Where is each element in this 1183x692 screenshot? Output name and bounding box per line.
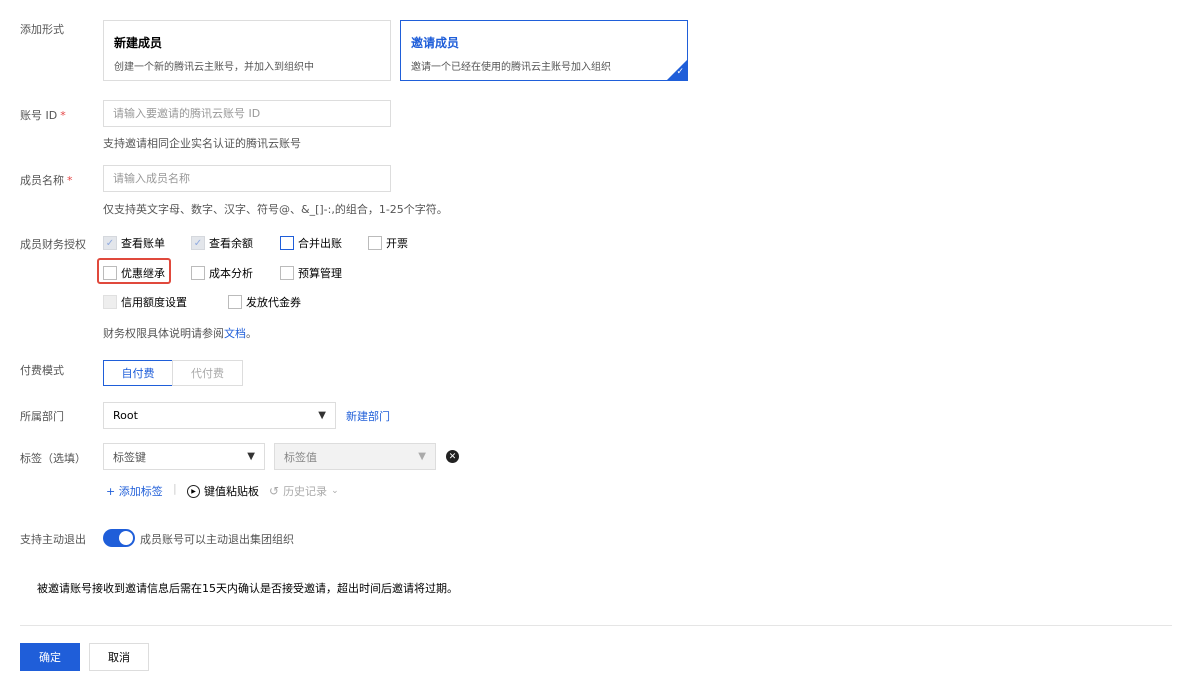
invite-member-desc: 邀请一个已经在使用的腾讯云主账号加入组织 xyxy=(411,62,611,73)
account-id-label: 账号 ID * xyxy=(20,107,66,123)
tag-key-select[interactable]: 标签键 ▼ xyxy=(103,443,265,470)
quit-desc: 成员账号可以主动退出集团组织 xyxy=(140,533,294,546)
checkbox-view-bill[interactable]: ✓ 查看账单 xyxy=(103,235,165,251)
invite-member-title: 邀请成员 xyxy=(411,36,460,50)
add-tag-label: 添加标签 xyxy=(118,485,163,498)
checkbox-view-balance[interactable]: ✓ 查看余额 xyxy=(191,235,253,251)
checkbox-icon xyxy=(280,266,294,280)
divider: | xyxy=(173,482,177,495)
tags-label: 标签（选填） xyxy=(20,452,86,465)
history-icon: ↺ xyxy=(269,484,280,498)
checkbox-label: 成本分析 xyxy=(209,267,253,280)
add-type-label: 添加形式 xyxy=(20,23,64,36)
invite-notice: 被邀请账号接收到邀请信息后需在15天内确认是否接受邀请，超出时间后邀请将过期。 xyxy=(37,582,458,595)
create-member-title: 新建成员 xyxy=(114,36,163,50)
quit-label: 支持主动退出 xyxy=(20,533,86,546)
payment-mode-label: 付费模式 xyxy=(20,364,64,377)
checkbox-label: 查看余额 xyxy=(209,237,253,250)
confirm-button[interactable]: 确定 xyxy=(20,643,80,671)
checkbox-merge-billing[interactable]: 合并出账 xyxy=(280,235,342,251)
cancel-button[interactable]: 取消 xyxy=(89,643,149,671)
department-label: 所属部门 xyxy=(20,410,64,423)
chevron-down-icon: ▼ xyxy=(318,410,326,421)
checkbox-checked-icon: ✓ xyxy=(191,236,205,250)
invite-member-card[interactable]: 邀请成员 邀请一个已经在使用的腾讯云主账号加入组织 ✓ xyxy=(400,20,688,81)
plus-icon: + xyxy=(106,485,119,498)
check-icon: ✓ xyxy=(676,67,684,77)
checkbox-credit-limit[interactable]: 信用额度设置 xyxy=(103,294,187,310)
footer-divider xyxy=(20,625,1172,626)
create-member-desc: 创建一个新的腾讯云主账号，并加入到组织中 xyxy=(114,62,314,73)
checkbox-invoice[interactable]: 开票 xyxy=(368,235,408,251)
tag-key-placeholder: 标签键 xyxy=(113,450,146,464)
self-pay-option[interactable]: 自付费 xyxy=(103,360,173,386)
required-mark: * xyxy=(60,109,66,122)
checkbox-icon xyxy=(280,236,294,250)
chevron-down-icon: ⌄ xyxy=(331,486,339,496)
checkbox-budget-management[interactable]: 预算管理 xyxy=(280,265,342,281)
checkbox-icon xyxy=(103,266,117,280)
member-name-input[interactable] xyxy=(103,165,391,192)
new-department-link[interactable]: 新建部门 xyxy=(346,408,390,424)
member-name-help: 仅支持英文字母、数字、汉字、符号@、&_[]-:,的组合，1-25个字符。 xyxy=(103,203,448,216)
department-value: Root xyxy=(113,409,138,422)
clipboard-button[interactable]: ▶ 键值粘贴板 xyxy=(187,483,259,499)
checkbox-issue-voucher[interactable]: 发放代金券 xyxy=(228,294,301,310)
finance-auth-label: 成员财务授权 xyxy=(20,238,86,251)
toggle-knob xyxy=(119,531,133,545)
clipboard-label: 键值粘贴板 xyxy=(204,485,259,498)
checkbox-icon xyxy=(368,236,382,250)
checkbox-label: 查看账单 xyxy=(121,237,165,250)
doc-link[interactable]: 文档 xyxy=(224,327,246,340)
checkbox-cost-analysis[interactable]: 成本分析 xyxy=(191,265,253,281)
checkbox-label: 合并出账 xyxy=(298,237,342,250)
account-id-help: 支持邀请相同企业实名认证的腾讯云账号 xyxy=(103,137,301,150)
account-id-label-text: 账号 ID xyxy=(20,109,58,122)
tag-value-select[interactable]: 标签值 ▼ xyxy=(274,443,436,470)
checkbox-label: 开票 xyxy=(386,237,408,250)
play-circle-icon: ▶ xyxy=(187,484,200,498)
checkbox-label: 发放代金券 xyxy=(246,296,301,309)
department-select[interactable]: Root ▼ xyxy=(103,402,336,429)
create-member-card[interactable]: 新建成员 创建一个新的腾讯云主账号，并加入到组织中 xyxy=(103,20,391,81)
checkbox-label: 预算管理 xyxy=(298,267,342,280)
finance-help-suffix: 。 xyxy=(246,327,257,340)
chevron-down-icon: ▼ xyxy=(247,451,255,462)
history-button[interactable]: ↺ 历史记录 ⌄ xyxy=(269,483,339,499)
member-name-label-text: 成员名称 xyxy=(20,174,64,187)
member-name-label: 成员名称 * xyxy=(20,172,73,188)
tag-value-placeholder: 标签值 xyxy=(284,450,317,464)
checkbox-checked-icon: ✓ xyxy=(103,236,117,250)
checkbox-icon xyxy=(103,295,117,309)
proxy-pay-option[interactable]: 代付费 xyxy=(172,360,243,386)
add-tag-button[interactable]: + 添加标签 xyxy=(106,483,163,499)
checkbox-label: 信用额度设置 xyxy=(121,296,187,309)
checkbox-discount-inherit[interactable]: 优惠继承 xyxy=(103,265,165,281)
checkbox-icon xyxy=(228,295,242,309)
chevron-down-icon: ▼ xyxy=(418,451,426,462)
checkbox-icon xyxy=(191,266,205,280)
history-label: 历史记录 xyxy=(283,485,328,498)
checkbox-label: 优惠继承 xyxy=(121,267,165,280)
quit-toggle[interactable] xyxy=(103,529,135,547)
remove-tag-icon[interactable]: ✕ xyxy=(446,450,459,463)
finance-help-text: 财务权限具体说明请参阅 xyxy=(103,327,224,340)
required-mark: * xyxy=(67,174,73,187)
account-id-input[interactable] xyxy=(103,100,391,127)
finance-auth-help: 财务权限具体说明请参阅文档。 xyxy=(103,325,257,341)
